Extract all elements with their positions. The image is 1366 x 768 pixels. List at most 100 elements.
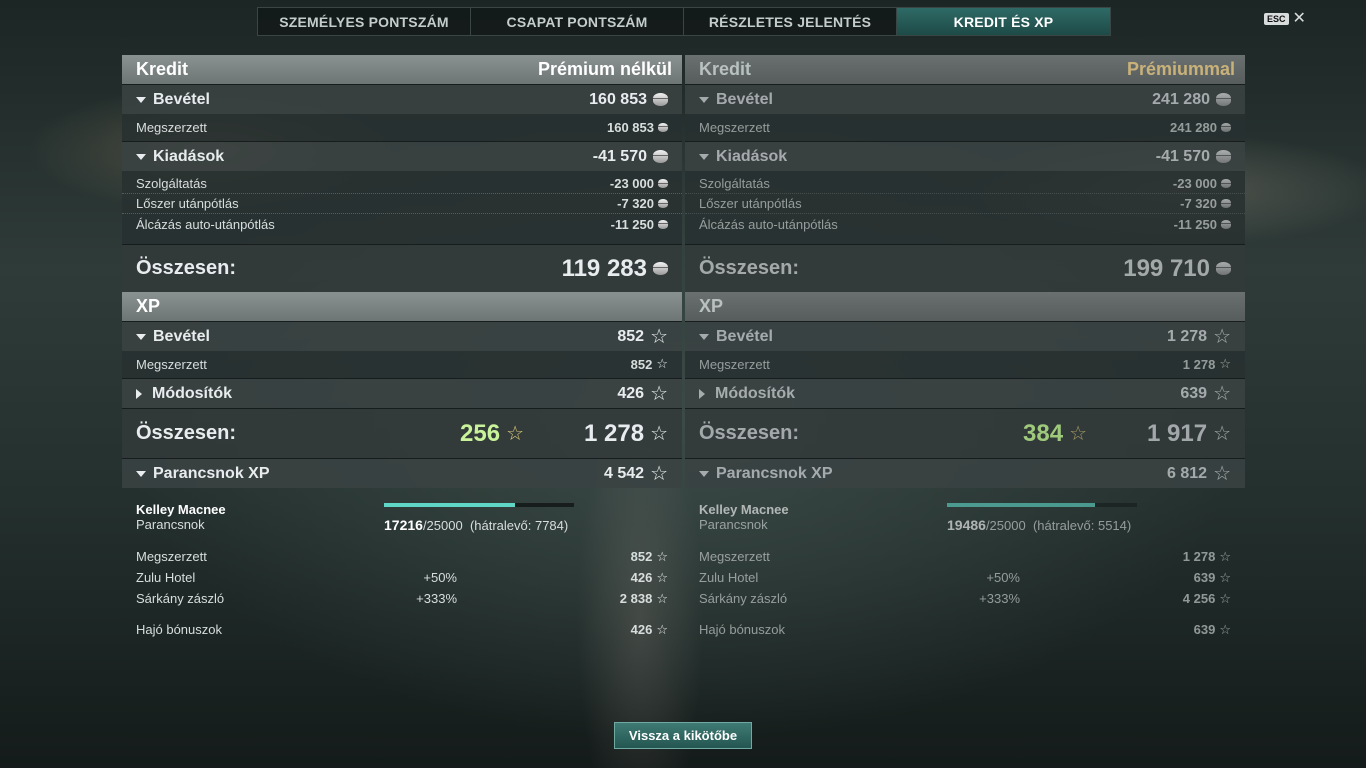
item-label: Álcázás auto-utánpótlás [136, 216, 275, 232]
credit-coin-icon [658, 199, 668, 208]
tab-team-score[interactable]: CSAPAT PONTSZÁM [471, 8, 684, 35]
ship-bonus-row: Hajó bónuszok 639 ☆ [685, 619, 1245, 640]
row-value: 639 [1193, 570, 1216, 585]
commander-progress-fill [384, 503, 516, 507]
item-row: Álcázás auto-utánpótlás -11 250 [122, 214, 682, 234]
xp-star-icon: ☆ [1213, 382, 1231, 405]
tab-personal-score[interactable]: SZEMÉLYES PONTSZÁM [258, 8, 471, 35]
commander-xp-group[interactable]: Parancsnok XP 4 542 ☆ [122, 458, 682, 488]
item-value: -7 320 [617, 196, 654, 211]
group-label: Bevétel [716, 90, 773, 108]
item-label: Szolgáltatás [136, 176, 207, 191]
credit-coin-icon [658, 122, 668, 132]
xp-star-icon: ☆ [650, 382, 668, 405]
credit-total-value: 199 710 [1123, 254, 1210, 282]
xp-total-value: 1 278 [584, 419, 645, 447]
commander-xp-row: Megszerzett 852 ☆ [122, 546, 682, 567]
credit-total-row: Összesen: 119 283 [122, 244, 682, 292]
commander-xp-counts: 17216/25000 (hátralevő: 7784) [384, 517, 569, 533]
tab-bar: SZEMÉLYES PONTSZÁM CSAPAT PONTSZÁM RÉSZL… [257, 7, 1111, 36]
item-label: Megszerzett [699, 119, 770, 135]
commander-xp-group[interactable]: Parancsnok XP 6 812 ☆ [685, 458, 1245, 488]
group-label: Bevétel [153, 327, 210, 345]
item-value: -23 000 [1172, 176, 1217, 191]
ship-bonus-row: Hajó bónuszok 426 ☆ [122, 619, 682, 640]
free-xp-star-icon: ☆ [506, 422, 524, 445]
group-value: 160 853 [589, 90, 647, 108]
item-value: 852 [630, 356, 653, 372]
tab-detailed-report[interactable]: RÉSZLETES JELENTÉS [684, 8, 897, 35]
row-pct: +333% [979, 591, 1020, 606]
row-label: Zulu Hotel [699, 570, 759, 585]
collapse-icon [136, 470, 146, 477]
panel-without-premium: Kredit Prémium nélkül Bevétel 160 853 Me… [122, 55, 682, 640]
back-to-port-button[interactable]: Vissza a kikötőbe [614, 722, 752, 749]
group-value: -41 570 [592, 147, 647, 165]
group-label: Módosítók [152, 384, 232, 402]
group-label: Bevétel [153, 90, 210, 108]
credit-coin-icon [1221, 219, 1231, 229]
group-label: Kiadások [153, 147, 225, 165]
row-label: Zulu Hotel [136, 570, 196, 585]
group-value: 6 812 [1167, 464, 1208, 482]
commander-info: Kelley Macnee Parancsnok 17216/25000 (há… [122, 488, 682, 546]
xp-star-icon: ☆ [1219, 621, 1231, 637]
credit-coin-icon [653, 150, 668, 163]
xp-star-icon: ☆ [1219, 356, 1231, 371]
group-label: Parancsnok XP [153, 464, 270, 482]
item-label: Szolgáltatás [699, 176, 770, 191]
xp-modifiers-group[interactable]: Módosítók 426 ☆ [122, 378, 682, 408]
tab-credits-xp[interactable]: KREDIT ÉS XP [897, 8, 1110, 35]
row-pct: +50% [986, 570, 1020, 585]
credit-coin-icon [1221, 199, 1231, 208]
credit-expenses-group[interactable]: Kiadások -41 570 [685, 141, 1245, 171]
xp-income-group[interactable]: Bevétel 1 278 ☆ [685, 321, 1245, 351]
group-value: 1 278 [1167, 327, 1208, 345]
collapse-icon [699, 153, 709, 160]
xp-star-icon: ☆ [656, 590, 668, 606]
credit-header: Kredit Prémiummal [685, 55, 1245, 84]
free-xp-value: 256 [460, 419, 501, 447]
commander-xp-counts: 19486/25000 (hátralevő: 5514) [947, 517, 1132, 533]
xp-title: XP [136, 296, 161, 316]
credit-title: Kredit [699, 59, 752, 79]
total-label: Összesen: [699, 257, 800, 279]
credit-coin-icon [1216, 150, 1231, 163]
group-value: 852 [617, 327, 645, 345]
credit-income-group[interactable]: Bevétel 160 853 [122, 84, 682, 114]
xp-star-icon: ☆ [656, 621, 668, 637]
total-label: Összesen: [136, 422, 237, 444]
credit-coin-icon [653, 93, 668, 106]
xp-star-icon: ☆ [650, 462, 668, 485]
credit-coin-icon [658, 219, 668, 229]
group-label: Kiadások [716, 147, 788, 165]
group-label: Bevétel [716, 327, 773, 345]
item-label: Megszerzett [136, 119, 207, 135]
credit-total-value: 119 283 [561, 254, 647, 282]
credit-header: Kredit Prémium nélkül [122, 55, 682, 84]
xp-income-group[interactable]: Bevétel 852 ☆ [122, 321, 682, 351]
commander-xp-row: Sárkány zászló +333% 4 256 ☆ [685, 588, 1245, 609]
collapse-icon [136, 333, 146, 340]
row-value: 2 838 [619, 591, 653, 606]
commander-xp-row: Zulu Hotel +50% 639 ☆ [685, 567, 1245, 588]
xp-star-icon: ☆ [1213, 325, 1231, 348]
esc-close-button[interactable]: ESC ✕ [1264, 11, 1306, 27]
item-value: 160 853 [607, 119, 654, 135]
credit-income-group[interactable]: Bevétel 241 280 [685, 84, 1245, 114]
xp-star-icon: ☆ [650, 325, 668, 348]
item-value: -23 000 [609, 176, 654, 191]
credit-expenses-group[interactable]: Kiadások -41 570 [122, 141, 682, 171]
xp-modifiers-group[interactable]: Módosítók 639 ☆ [685, 378, 1245, 408]
row-pct: +50% [423, 570, 457, 585]
row-pct: +333% [416, 591, 457, 606]
group-label: Parancsnok XP [716, 464, 833, 482]
row-label: Sárkány zászló [136, 591, 225, 606]
commander-xp-row: Megszerzett 1 278 ☆ [685, 546, 1245, 567]
expand-icon [136, 388, 142, 399]
mode-label: Prémiummal [1126, 59, 1235, 79]
group-value: -41 570 [1155, 147, 1210, 165]
item-row: Megszerzett 160 853 [122, 117, 682, 137]
collapse-icon [699, 470, 709, 477]
total-label: Összesen: [136, 257, 237, 279]
